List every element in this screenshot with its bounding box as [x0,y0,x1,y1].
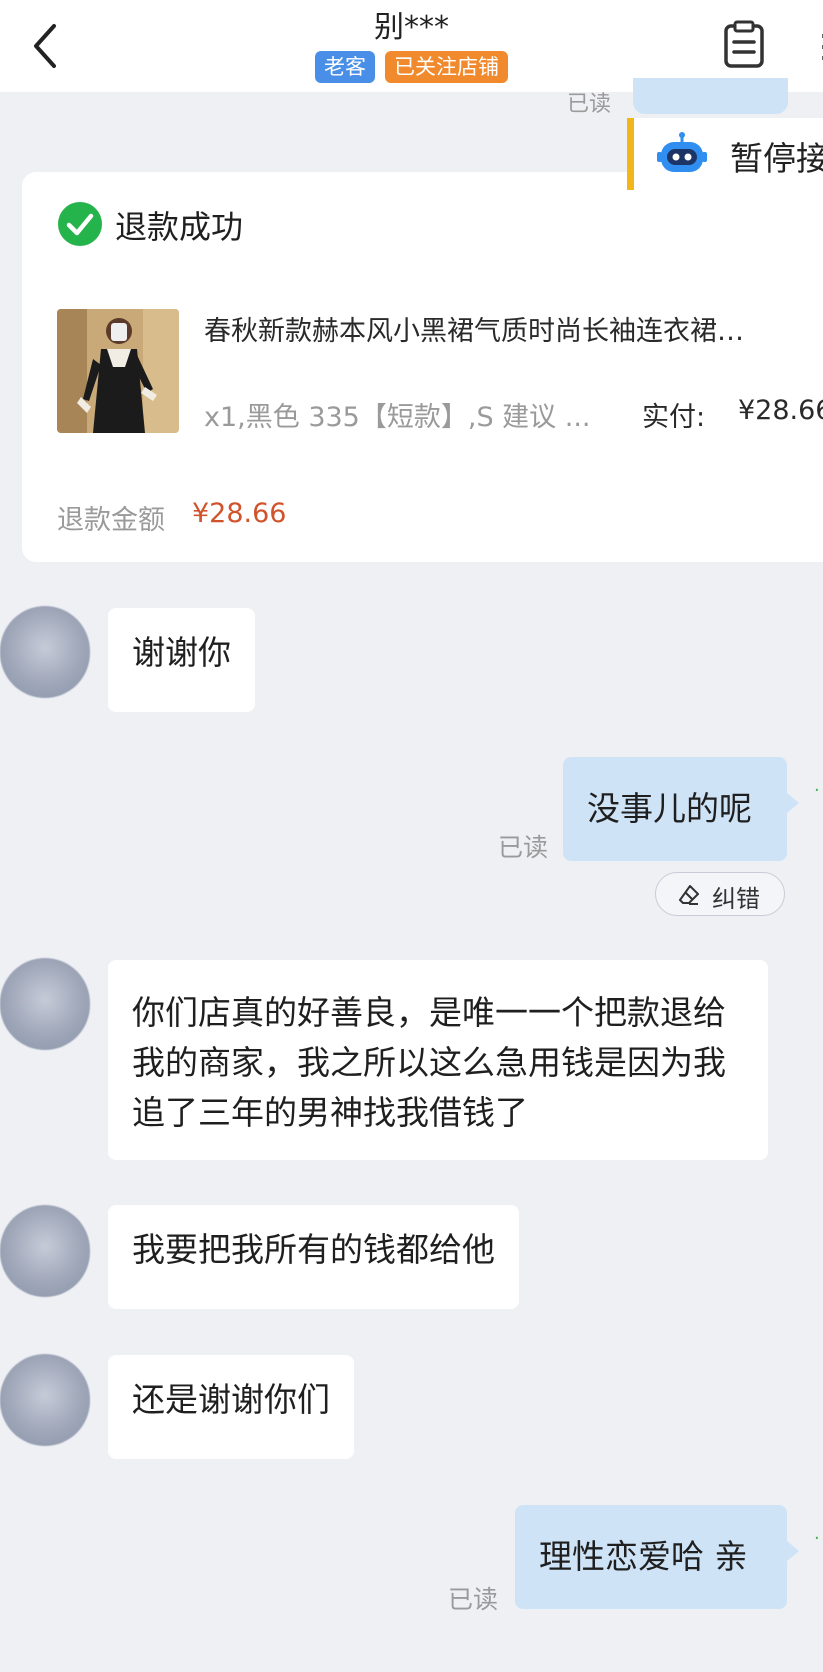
product-spec: x1,黑色 335【短款】,S 建议 ... [204,402,591,433]
incoming-message: 你们店真的好善良，是唯一一个把款退给我的商家，我之所以这么急用钱是因为我追了三年… [108,960,768,1160]
incoming-message: 谢谢你 [108,608,255,712]
customer-avatar[interactable] [0,958,90,1050]
customer-avatar[interactable] [0,606,90,698]
chat-screen: 别*** 老客 已关注店铺 ⋮ 已读 退款成功 [0,0,823,1672]
auto-reply-bar[interactable]: 暂停接 [627,118,823,190]
paid-amount: ¥28.66 [738,395,823,426]
auto-reply-text: 暂停接 [730,139,823,178]
followed-store-badge: 已关注店铺 [385,51,508,83]
refund-amount-value: ¥28.66 [192,498,287,529]
product-thumbnail[interactable] [57,309,179,433]
correct-button[interactable]: 纠错 [655,872,785,916]
incoming-message: 我要把我所有的钱都给他 [108,1205,519,1309]
chat-partner-name: 别*** [374,10,449,45]
incoming-message: 还是谢谢你们 [108,1355,354,1459]
read-status: 已读 [498,833,549,862]
order-info-button[interactable] [720,20,768,70]
side-indicator: · [814,1528,820,1549]
customer-avatar[interactable] [0,1205,90,1297]
robot-icon [657,132,707,172]
paid-label: 实付: [642,402,706,433]
product-name[interactable]: 春秋新款赫本风小黑裙气质时尚长袖连衣裙… [204,309,823,348]
more-menu-button[interactable]: ⋮ [808,26,823,66]
eraser-icon [679,885,699,905]
clipboard-icon [724,20,764,68]
dress-photo-icon [57,309,179,433]
previous-message-bubble [633,78,788,114]
refund-success-card[interactable]: 退款成功 春秋新款赫本风小黑裙气质时尚长袖连衣裙… x1,黑色 335【短款】,… [22,172,823,562]
customer-avatar[interactable] [0,1354,90,1446]
outgoing-message: 理性恋爱哈 亲 [515,1505,799,1609]
success-check-icon [58,202,102,246]
read-status: 已读 [448,1585,499,1614]
refund-amount-label: 退款金额 [57,505,165,536]
side-indicator: · [814,780,820,801]
returning-customer-badge: 老客 [315,51,375,83]
correct-button-label: 纠错 [712,885,760,913]
previous-read-status: 已读 [567,92,612,117]
refund-status-title: 退款成功 [115,208,244,246]
auto-reply-accent [627,118,634,190]
outgoing-message: 没事儿的呢 [563,757,799,861]
